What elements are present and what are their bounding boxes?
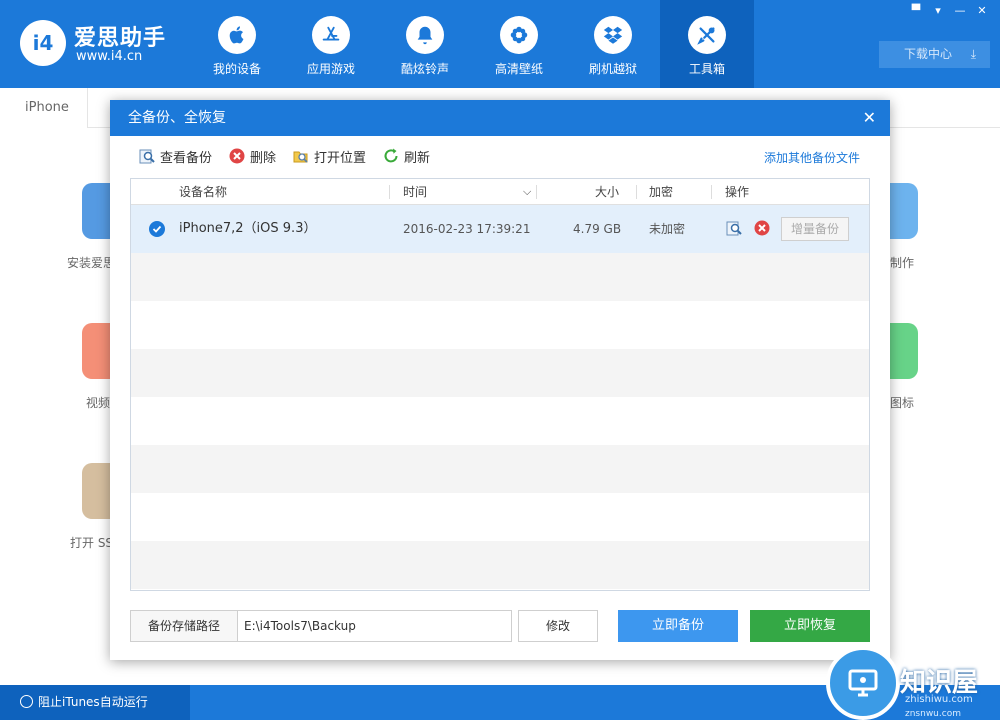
column-divider — [389, 185, 390, 199]
nav-flash-jailbreak[interactable]: 刷机越狱 — [566, 0, 660, 88]
dialog-title: 全备份、全恢复 — [128, 110, 226, 126]
delete-icon[interactable] — [753, 219, 771, 241]
table-row[interactable]: iPhone7,2（iOS 9.3） 2016-02-23 17:39:21 4… — [131, 205, 869, 253]
download-center-button[interactable]: 下载中心 ⤓ — [879, 41, 990, 68]
tools-icon — [688, 16, 726, 54]
download-icon: ⤓ — [970, 47, 976, 61]
menu-icon[interactable]: ▾ — [930, 4, 946, 18]
watermark-domain: zhishiwu.com — [905, 694, 973, 705]
nav-label: 高清壁纸 — [494, 62, 543, 76]
dropbox-icon — [594, 16, 632, 54]
size-cell: 4.79 GB — [573, 222, 622, 236]
view-backup-icon — [139, 149, 155, 164]
table-header: 设备名称 时间 ⌵ 大小 加密 操作 — [131, 179, 869, 205]
column-header-encrypt[interactable]: 加密 — [649, 179, 673, 205]
dialog-titlebar: 全备份、全恢复 ✕ — [110, 100, 890, 136]
watermark-domain-alt: znsnwu.com — [905, 709, 961, 719]
nav-label: 应用游戏 — [306, 62, 355, 76]
nav-label: 酷炫铃声 — [400, 62, 449, 76]
time-cell: 2016-02-23 17:39:21 — [403, 222, 531, 236]
feedback-icon[interactable]: ▀ — [908, 4, 924, 18]
nav-my-device[interactable]: 我的设备 — [190, 0, 284, 88]
flower-icon — [500, 16, 538, 54]
nav-label: 我的设备 — [212, 62, 261, 76]
incremental-backup-button[interactable]: 增量备份 — [781, 217, 849, 241]
empty-row — [131, 349, 869, 397]
nav-label: 刷机越狱 — [588, 62, 637, 76]
empty-row — [131, 541, 869, 589]
open-location-label: 打开位置 — [314, 150, 367, 166]
delete-button[interactable]: 删除 — [228, 146, 276, 166]
empty-row — [131, 493, 869, 541]
column-header-size[interactable]: 大小 — [595, 179, 619, 205]
nav-toolbox[interactable]: 工具箱 — [660, 0, 754, 88]
backup-table: 设备名称 时间 ⌵ 大小 加密 操作 iPhone7,2（iOS 9.3） 20… — [130, 178, 870, 591]
empty-row — [131, 445, 869, 493]
modify-path-button[interactable]: 修改 — [518, 610, 598, 642]
bell-icon — [406, 16, 444, 54]
watermark-badge — [826, 646, 900, 720]
nav-ringtones[interactable]: 酷炫铃声 — [378, 0, 472, 88]
block-itunes-toggle[interactable]: 阻止iTunes自动运行 — [0, 685, 190, 720]
monitor-icon — [848, 669, 878, 697]
close-icon[interactable]: ✕ — [863, 100, 876, 136]
checkmark-icon[interactable] — [149, 221, 165, 237]
download-center-label: 下载中心 — [904, 47, 953, 61]
open-location-button[interactable]: 打开位置 — [292, 146, 366, 166]
view-backup-icon[interactable] — [725, 219, 743, 241]
app-url: www.i4.cn — [76, 49, 143, 64]
encrypt-cell: 未加密 — [649, 222, 686, 236]
view-backup-button[interactable]: 查看备份 — [138, 146, 212, 166]
delete-label: 删除 — [250, 150, 277, 166]
nav-apps-games[interactable]: 应用游戏 — [284, 0, 378, 88]
apple-icon — [218, 16, 256, 54]
column-divider — [711, 185, 712, 199]
add-other-backup-link[interactable]: 添加其他备份文件 — [764, 149, 860, 166]
app-store-icon — [312, 16, 350, 54]
column-divider — [636, 185, 637, 199]
delete-icon — [229, 148, 245, 164]
restore-now-button[interactable]: 立即恢复 — [750, 610, 870, 642]
window-controls: ▀ ▾ — ✕ — [908, 4, 990, 18]
backup-path-input[interactable] — [237, 610, 512, 642]
column-header-action: 操作 — [725, 185, 750, 199]
empty-row — [131, 301, 869, 349]
backup-now-button[interactable]: 立即备份 — [618, 610, 738, 642]
empty-row — [131, 253, 869, 301]
device-name-cell: iPhone7,2（iOS 9.3） — [179, 221, 317, 236]
close-window-button[interactable]: ✕ — [974, 4, 990, 18]
app-logo: i4 爱思助手 www.i4.cn — [20, 16, 170, 72]
backup-path-label: 备份存储路径 — [130, 610, 238, 642]
logo-mark: i4 — [20, 20, 66, 66]
column-header-time[interactable]: 时间 — [403, 179, 427, 205]
open-folder-icon — [293, 151, 308, 163]
column-header-name[interactable]: 设备名称 — [179, 179, 227, 205]
app-name: 爱思助手 — [74, 26, 167, 51]
dialog-toolbar: 查看备份 删除 打开位置 刷新 — [138, 146, 430, 166]
nav-label: 工具箱 — [688, 62, 725, 76]
minimize-button[interactable]: — — [952, 4, 968, 18]
table-body: iPhone7,2（iOS 9.3） 2016-02-23 17:39:21 4… — [131, 205, 869, 589]
sort-chevron-down-icon[interactable]: ⌵ — [523, 179, 531, 205]
refresh-icon — [384, 148, 398, 163]
radio-icon — [20, 695, 33, 708]
app-header: i4 爱思助手 www.i4.cn 我的设备 应用游戏 酷炫铃声 高清壁纸 刷机… — [0, 0, 1000, 88]
main-nav: 我的设备 应用游戏 酷炫铃声 高清壁纸 刷机越狱 工具箱 — [190, 0, 754, 88]
refresh-label: 刷新 — [404, 150, 431, 166]
nav-wallpapers[interactable]: 高清壁纸 — [472, 0, 566, 88]
refresh-button[interactable]: 刷新 — [382, 146, 430, 166]
backup-restore-dialog: 全备份、全恢复 ✕ 查看备份 删除 打开位置 刷新 添加其他备份文件 设备名称 … — [110, 100, 890, 660]
block-itunes-label: 阻止iTunes自动运行 — [38, 695, 148, 709]
column-divider — [536, 185, 537, 199]
view-backup-label: 查看备份 — [160, 150, 213, 166]
empty-row — [131, 397, 869, 445]
